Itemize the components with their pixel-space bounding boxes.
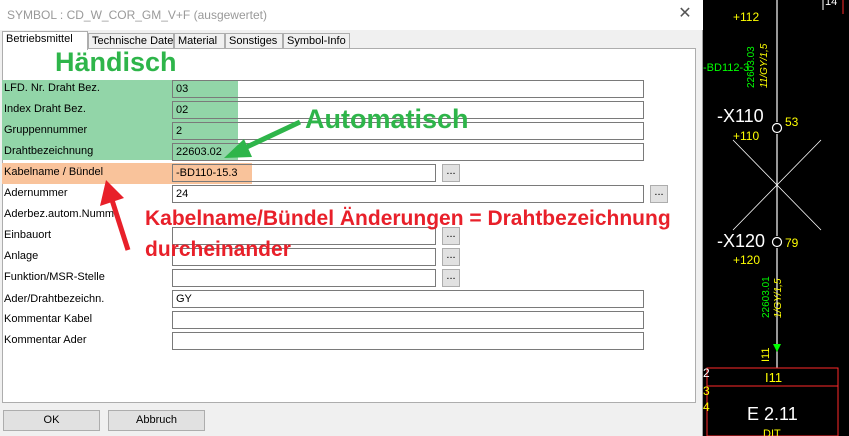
page-ref-e211: E 2.11 [747, 404, 798, 424]
wire-label-22603-03: 22603.03 [746, 46, 757, 88]
cad-schematic-view[interactable]: +112 14 -BD112-3 22603.03 11/GY/1,5 -X11… [703, 0, 849, 436]
wire-label-22603-01: 22603.01 [761, 276, 772, 318]
wire-i11-vertical: I11 [760, 347, 772, 362]
wire-spec-bottom: 1/GY/1,5 [773, 278, 784, 318]
pin-14: 14 [825, 0, 838, 8]
left-label-2: 2 [703, 366, 710, 380]
red-arrow-icon [100, 180, 131, 251]
terminal-x110: -X110 [717, 106, 764, 126]
box-label-i11: I11 [765, 370, 783, 385]
pin-79: 79 [785, 236, 799, 250]
left-label-3: 3 [703, 384, 710, 398]
ref-plus120: +120 [733, 253, 761, 267]
green-arrow-icon [224, 119, 302, 158]
pin-53: 53 [785, 115, 799, 129]
wire-spec-top: 11/GY/1,5 [759, 43, 770, 88]
tab-betriebsmittel[interactable]: Betriebsmittel [2, 31, 88, 50]
box-label-dit: DIT [763, 428, 781, 436]
left-label-4: 4 [703, 400, 710, 414]
terminal-x120: -X120 [717, 231, 766, 251]
bundle-ref-bd112: -BD112-3 [703, 62, 750, 74]
ref-plus110: +110 [733, 129, 760, 143]
ref-plus112: +112 [733, 10, 760, 24]
